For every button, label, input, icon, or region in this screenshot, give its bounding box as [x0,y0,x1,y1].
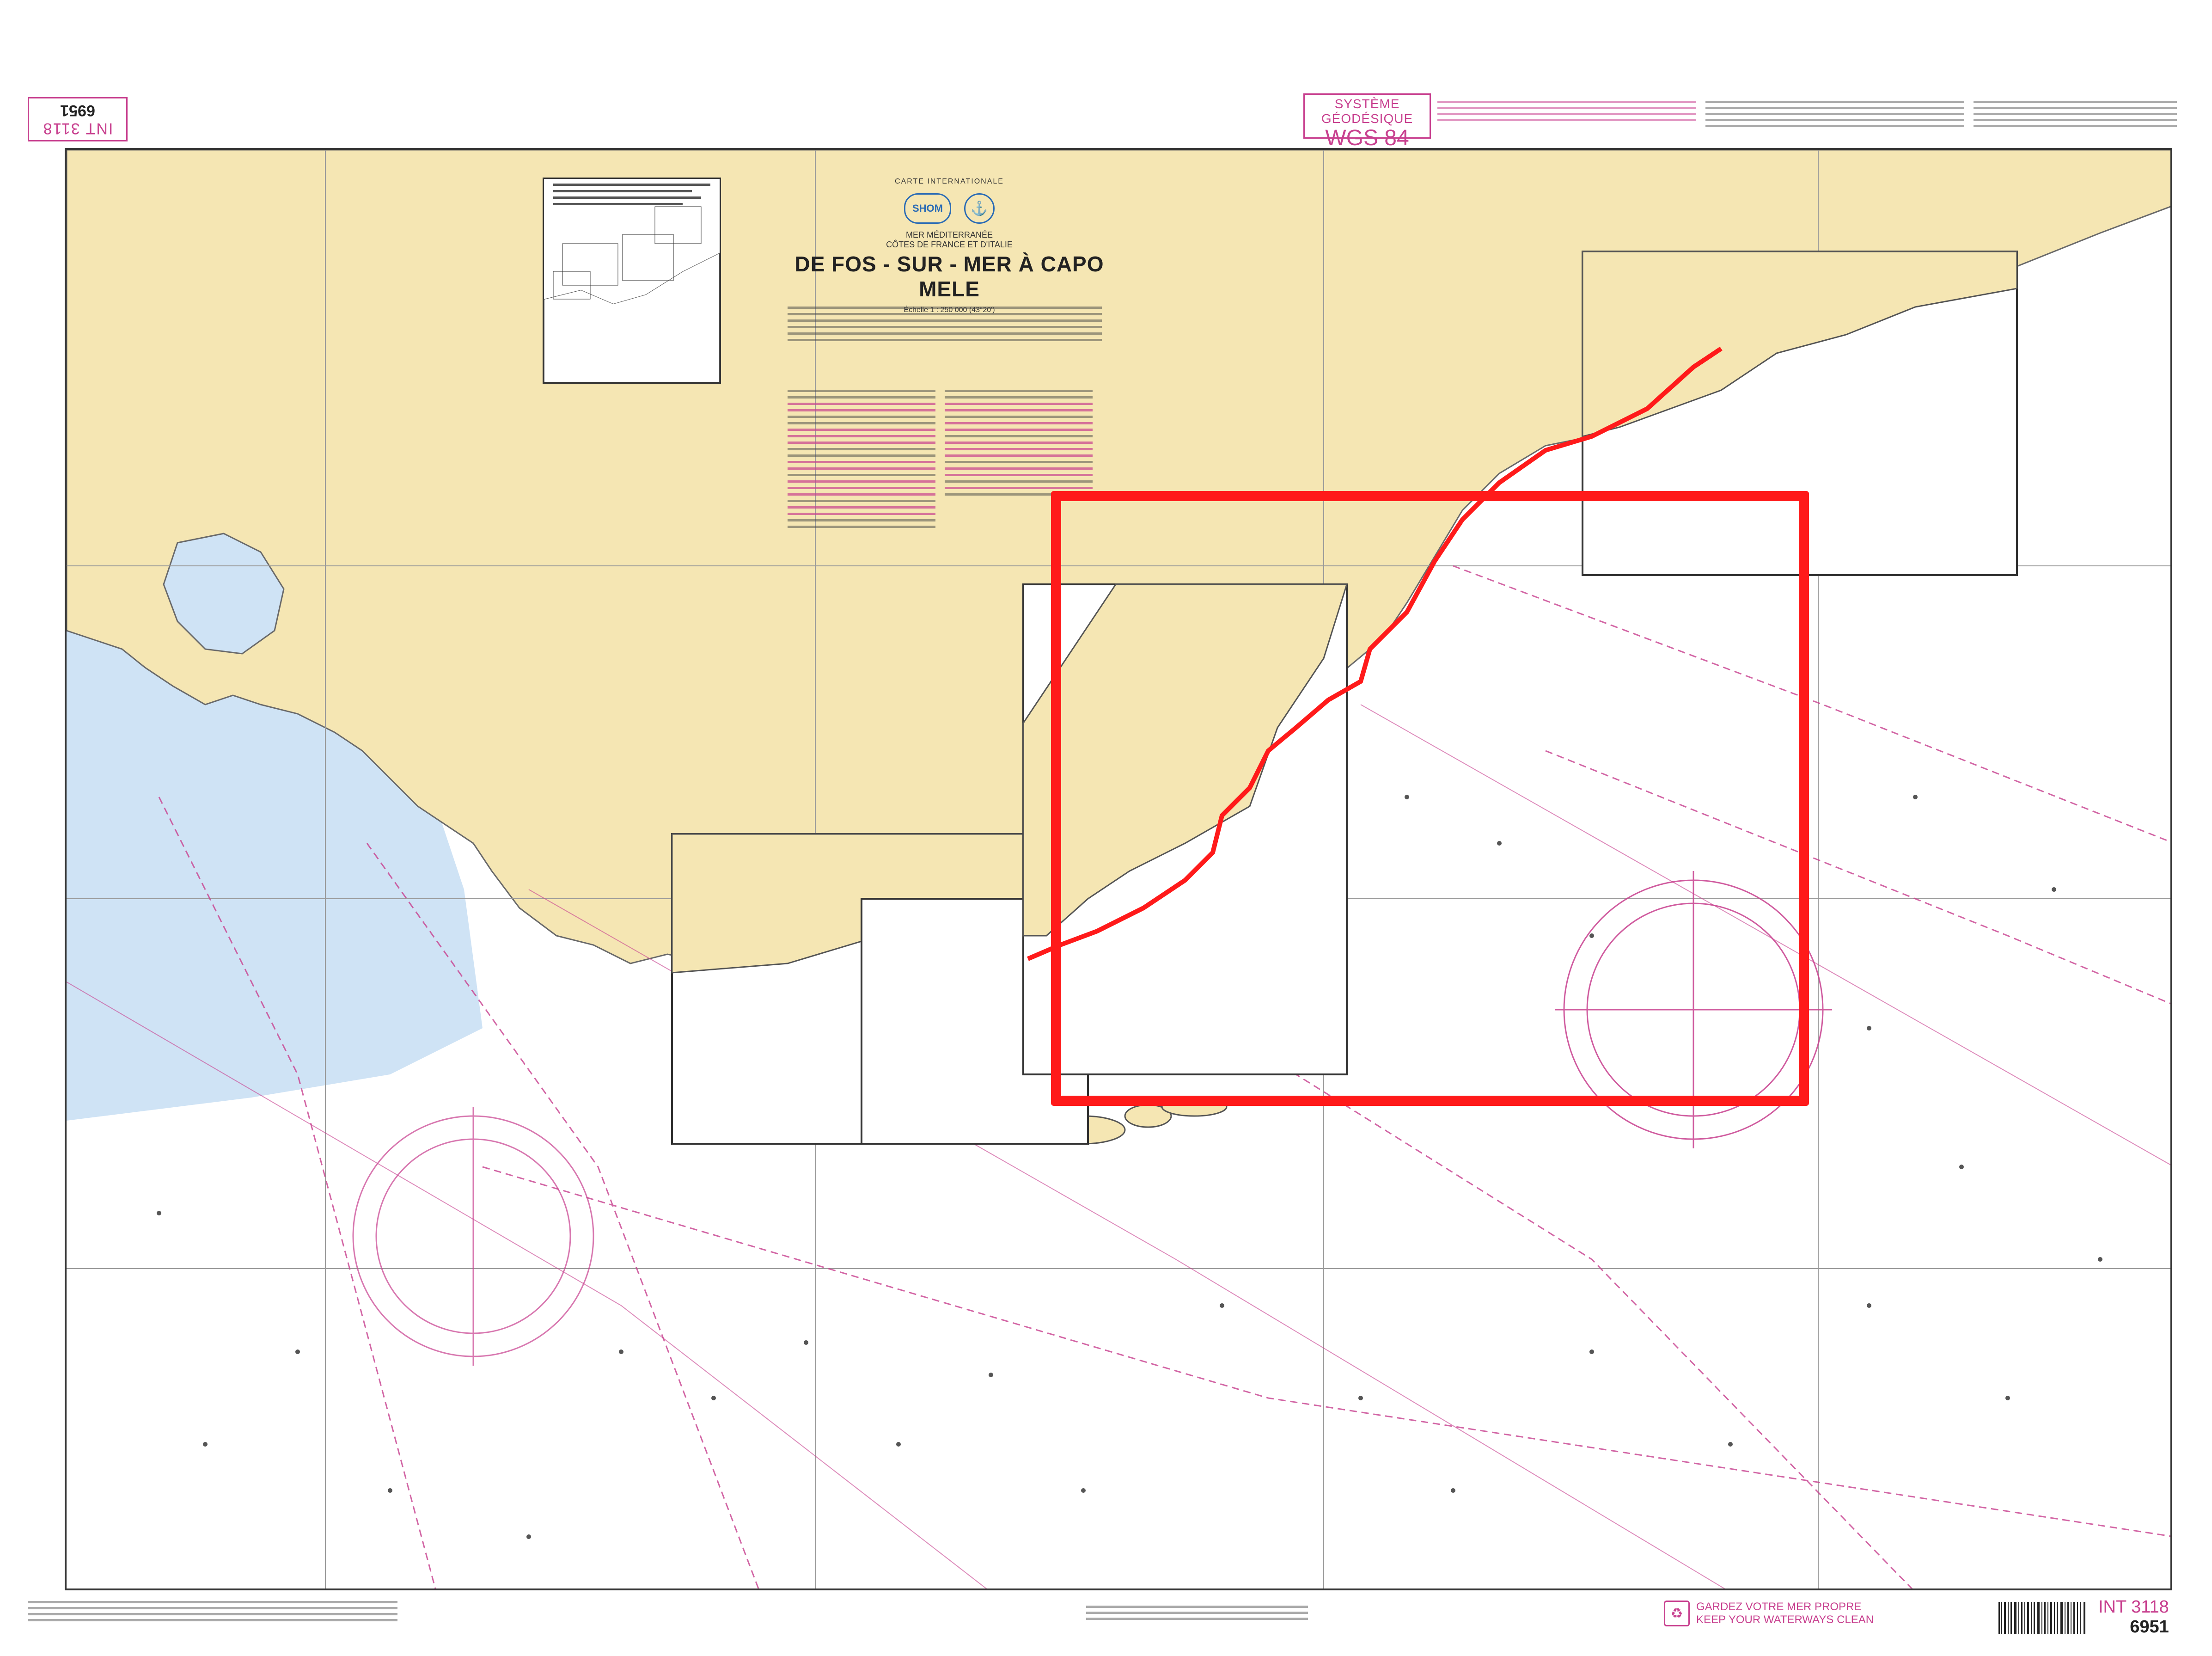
header-chart-ref-inverted: INT 3118 6951 [28,97,128,141]
footer-edition-notes [1086,1602,1308,1624]
carte-internationale-label: CARTE INTERNATIONALE [895,178,1004,185]
geodetic-system-box: SYSTÈME GÉODÉSIQUE WGS 84 [1303,93,1431,150]
barcode [1998,1602,2085,1634]
geodetic-label: SYSTÈME GÉODÉSIQUE [1321,97,1413,126]
nautical-chart[interactable]: CARTE INTERNATIONALE SHOM ⚓ MER MÉDITERR… [65,148,2172,1590]
index-of-charts-inset [543,178,721,384]
anchor-icon: ⚓ [964,193,995,224]
chart-title-block: CARTE INTERNATIONALE SHOM ⚓ MER MÉDITERR… [778,178,1120,314]
highlight-box [1051,491,1809,1106]
footer-chart-number: 6951 [2130,1617,2169,1637]
header-notes-english [1974,97,2177,134]
clean-waters-notice: ♻ GARDEZ VOTRE MER PROPRE KEEP YOUR WATE… [1664,1601,1874,1626]
clean-line-2: KEEP YOUR WATERWAYS CLEAN [1696,1613,1874,1626]
header-chart-number: 6951 [60,102,95,119]
chart-notes-left [788,386,935,532]
chart-title: DE FOS - SUR - MER À CAPO MELE [794,252,1104,301]
header-int-ref: INT 3118 [42,120,113,137]
recycle-icon: ♻ [1664,1601,1690,1626]
compass-rose-west-icon [352,1107,594,1366]
chart-notes-right [945,386,1093,500]
chart-notes-intro [788,302,1102,345]
geodetic-value: WGS 84 [1325,126,1409,150]
header-notes-magenta [1437,97,1696,134]
sea-label: MER MÉDITERRANÉE [905,230,993,239]
coasts-label: CÔTES DE FRANCE ET D'ITALIE [886,240,1013,249]
footer-notes [28,1597,397,1625]
clean-line-1: GARDEZ VOTRE MER PROPRE [1696,1601,1862,1613]
footer-chart-ref: INT 3118 6951 [2098,1597,2169,1637]
footer-int-ref: INT 3118 [2098,1597,2169,1617]
header-notes-french [1705,97,1964,134]
shom-logo: SHOM [904,193,951,224]
